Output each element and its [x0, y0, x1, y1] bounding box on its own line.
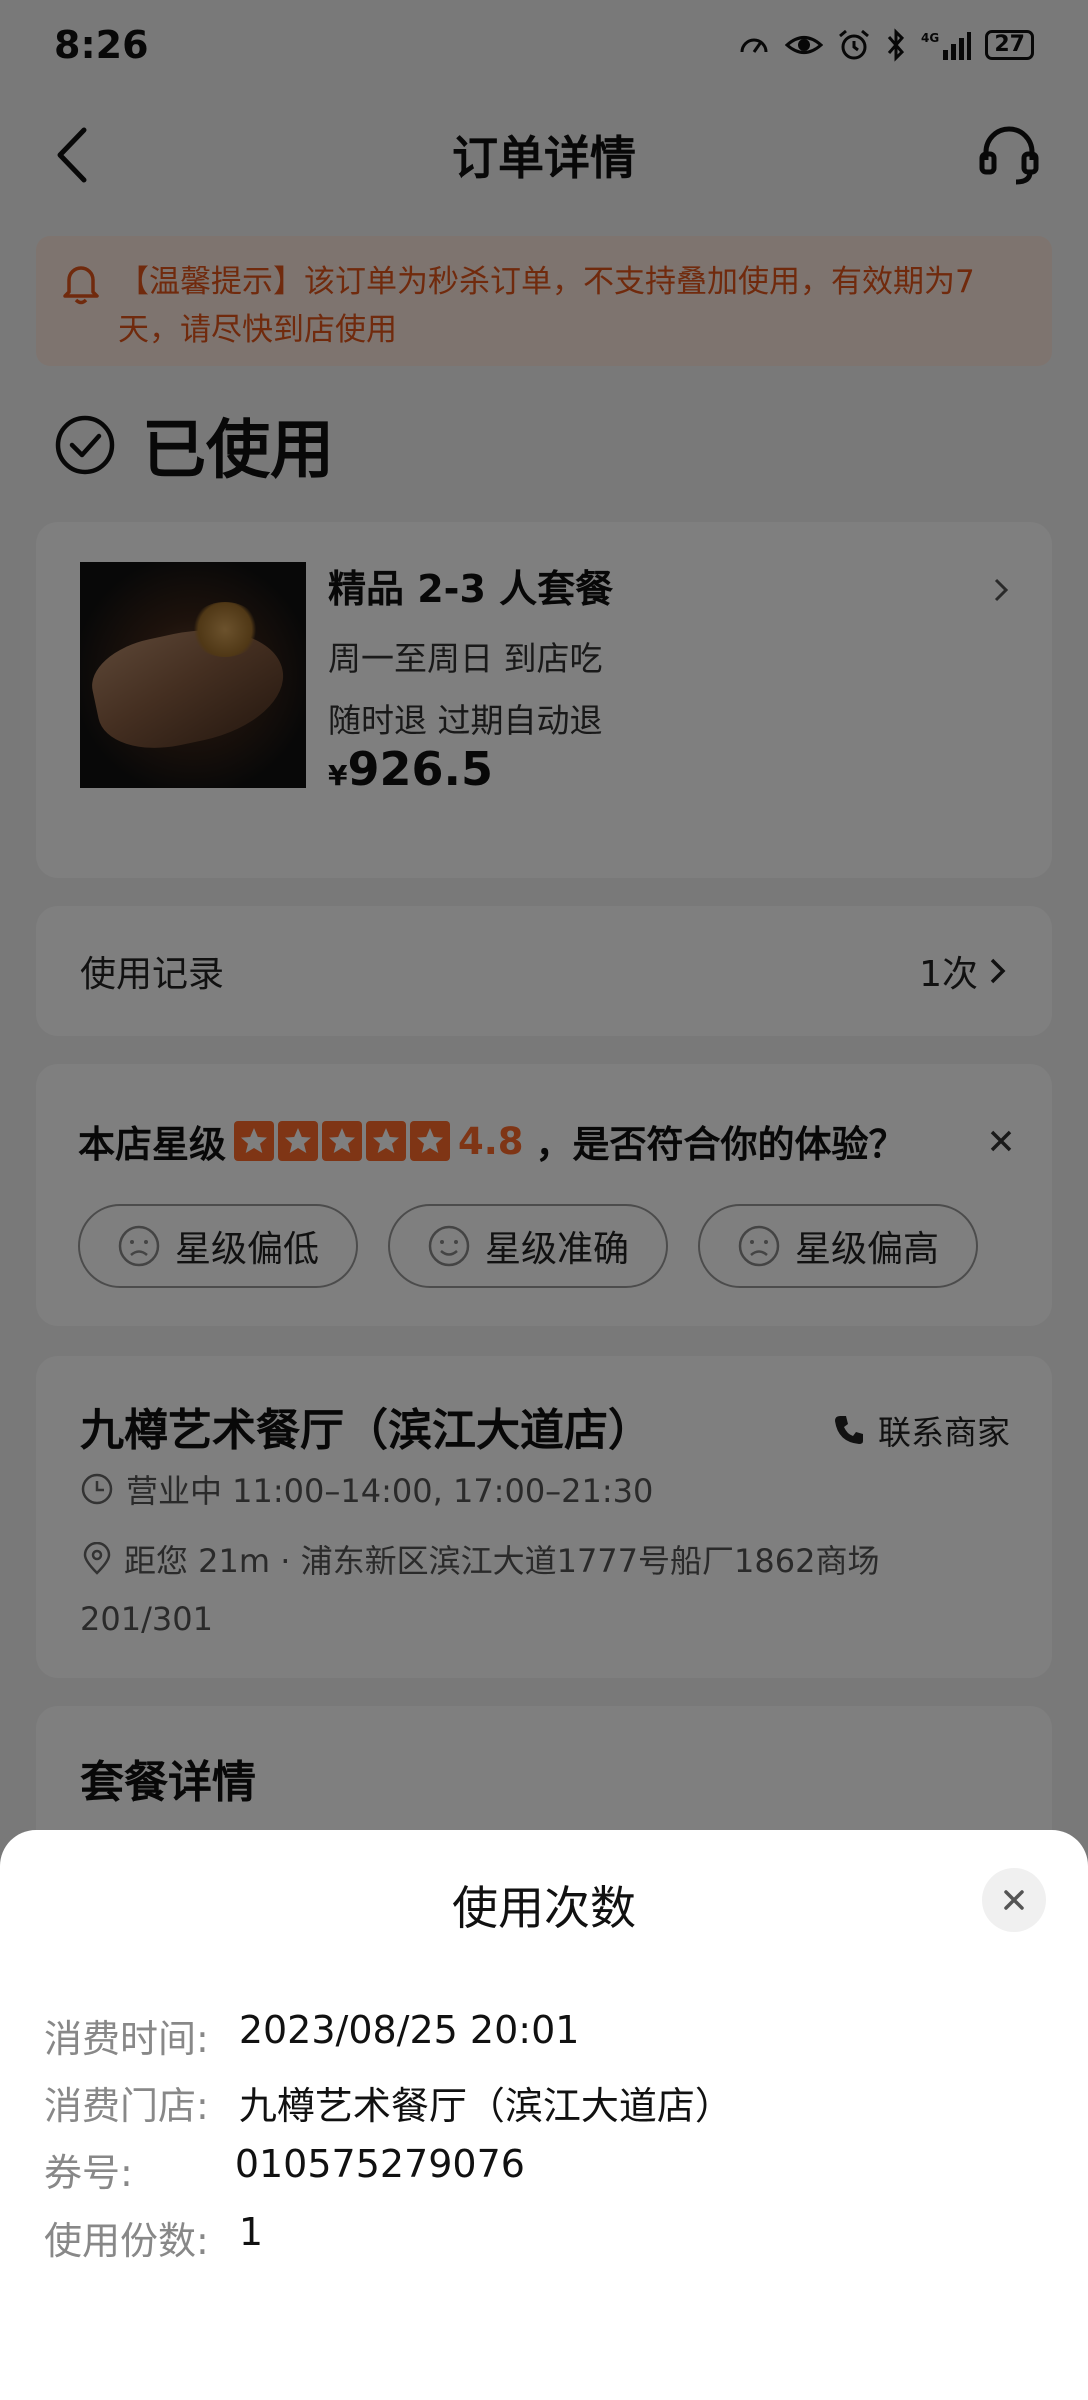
- consume-time-row: 消费时间: 2023/08/25 20:01: [44, 2008, 579, 2063]
- usage-quantity-value: 1: [238, 2210, 263, 2254]
- voucher-number-row: 券号: 010575279076: [44, 2142, 525, 2197]
- close-button[interactable]: [982, 1868, 1046, 1932]
- consume-time-label: 消费时间:: [44, 2017, 209, 2061]
- usage-quantity-label: 使用份数:: [44, 2219, 209, 2263]
- consume-time-value: 2023/08/25 20:01: [238, 2008, 580, 2052]
- close-icon: [1004, 1890, 1024, 1910]
- consume-store-value: 九樽艺术餐厅（滨江大道店）: [238, 2084, 733, 2128]
- usage-count-sheet: 使用次数 消费时间: 2023/08/25 20:01 消费门店: 九樽艺术餐厅…: [0, 1830, 1088, 2400]
- usage-quantity-row: 使用份数: 1: [44, 2210, 263, 2265]
- consume-store-row: 消费门店: 九樽艺术餐厅（滨江大道店）: [44, 2075, 733, 2130]
- consume-store-label: 消费门店:: [44, 2084, 209, 2128]
- voucher-number-label: 券号:: [44, 2151, 133, 2195]
- voucher-number-value: 010575279076: [234, 2142, 525, 2186]
- sheet-title: 使用次数: [452, 1881, 636, 1935]
